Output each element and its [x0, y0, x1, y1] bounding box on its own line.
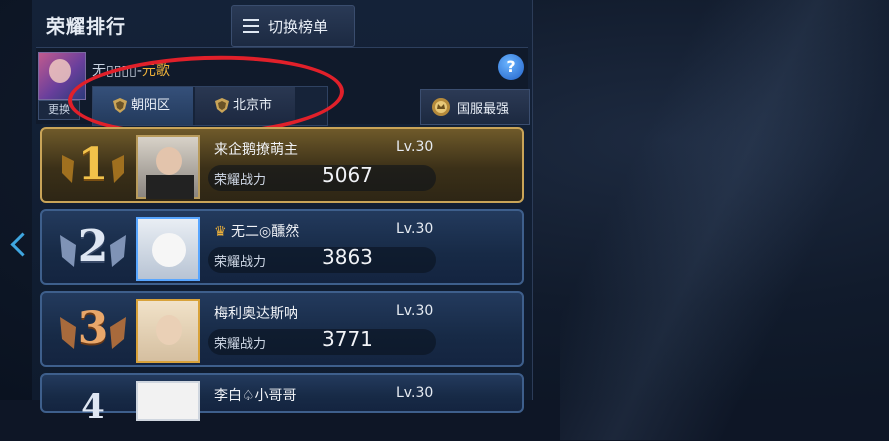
rank-badge-gold: 1	[58, 137, 128, 195]
player-avatar	[136, 135, 200, 199]
player-name: 梅利奥达斯呐	[214, 306, 298, 322]
power-value: 3863	[322, 245, 373, 269]
power-value: 5067	[322, 163, 373, 187]
ranking-row-3[interactable]: 3 梅利奥达斯呐 Lv.30 荣耀战力 3771	[40, 291, 524, 367]
power-value: 3771	[322, 327, 373, 351]
player-name-text: 无二◎醺然	[231, 224, 300, 240]
back-arrow-icon[interactable]	[4, 228, 35, 272]
help-icon[interactable]: ?	[498, 54, 524, 80]
rank-badge-plain: 4	[58, 383, 128, 441]
power-label: 荣耀战力	[214, 173, 267, 188]
rank-number: 3	[77, 303, 109, 354]
switch-list-label: 切换榜单	[268, 18, 329, 36]
player-avatar	[136, 217, 200, 281]
player-avatar	[136, 299, 200, 363]
power-label: 荣耀战力	[214, 337, 267, 352]
rank-number: 4	[81, 387, 105, 427]
rank-badge-bronze: 3	[58, 301, 128, 359]
crown-shield-icon	[432, 98, 450, 116]
player-level: Lv.30	[396, 303, 434, 319]
list-icon	[243, 19, 259, 33]
player-level: Lv.30	[396, 385, 434, 401]
page-title: 荣耀排行	[46, 16, 127, 38]
crown-icon: ♛	[214, 224, 232, 240]
power-label: 荣耀战力	[214, 255, 267, 270]
national-best-button[interactable]: 国服最强	[420, 89, 530, 125]
player-avatar	[136, 381, 200, 421]
player-name: ♛ 无二◎醺然	[214, 221, 299, 241]
player-name: 来企鹅撩萌主	[214, 142, 298, 158]
switch-list-button[interactable]: 切换榜单	[231, 5, 355, 47]
player-name: 李白♤小哥哥	[214, 388, 297, 404]
ranking-row-1[interactable]: 1 来企鹅撩萌主 Lv.30 荣耀战力 5067	[40, 127, 524, 203]
background-streak	[560, 0, 889, 440]
national-best-label: 国服最强	[457, 102, 510, 117]
player-level: Lv.30	[396, 221, 434, 237]
rank-number: 2	[77, 221, 109, 272]
rank-badge-silver: 2	[58, 219, 128, 277]
ranking-row-2[interactable]: 2 ♛ 无二◎醺然 Lv.30 荣耀战力 3863	[40, 209, 524, 285]
rank-number: 1	[77, 139, 109, 190]
player-level: Lv.30	[396, 139, 434, 155]
ranking-row-4[interactable]: 4 李白♤小哥哥 Lv.30	[40, 373, 524, 427]
